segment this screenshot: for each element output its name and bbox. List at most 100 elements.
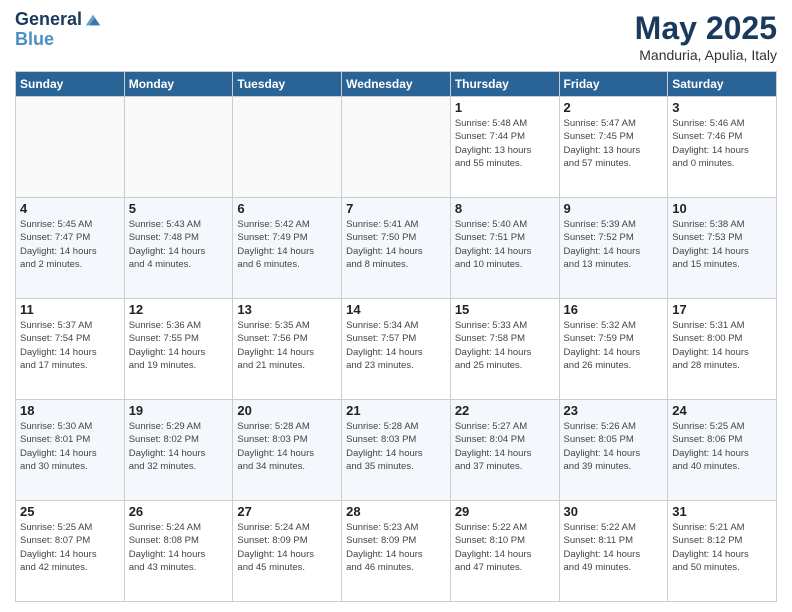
day-number: 19 <box>129 403 229 418</box>
calendar-cell: 8 Sunrise: 5:40 AM Sunset: 7:51 PM Daylig… <box>450 198 559 299</box>
calendar-cell: 4 Sunrise: 5:45 AM Sunset: 7:47 PM Daylig… <box>16 198 125 299</box>
calendar-cell: 15 Sunrise: 5:33 AM Sunset: 7:58 PM Dayli… <box>450 299 559 400</box>
day-info: Sunrise: 5:30 AM Sunset: 8:01 PM Dayligh… <box>20 420 120 473</box>
day-number: 4 <box>20 201 120 216</box>
calendar-row-1: 4 Sunrise: 5:45 AM Sunset: 7:47 PM Daylig… <box>16 198 777 299</box>
logo-blue: Blue <box>15 30 54 50</box>
day-number: 8 <box>455 201 555 216</box>
day-number: 5 <box>129 201 229 216</box>
header-monday: Monday <box>124 72 233 97</box>
day-info: Sunrise: 5:27 AM Sunset: 8:04 PM Dayligh… <box>455 420 555 473</box>
day-info: Sunrise: 5:40 AM Sunset: 7:51 PM Dayligh… <box>455 218 555 271</box>
day-number: 28 <box>346 504 446 519</box>
day-info: Sunrise: 5:48 AM Sunset: 7:44 PM Dayligh… <box>455 117 555 170</box>
calendar-cell: 12 Sunrise: 5:36 AM Sunset: 7:55 PM Dayli… <box>124 299 233 400</box>
calendar-cell: 20 Sunrise: 5:28 AM Sunset: 8:03 PM Dayli… <box>233 400 342 501</box>
calendar-cell: 16 Sunrise: 5:32 AM Sunset: 7:59 PM Dayli… <box>559 299 668 400</box>
calendar-cell: 27Sunrise: 5:24 AM Sunset: 8:09 PM Dayli… <box>233 501 342 602</box>
calendar-cell <box>233 97 342 198</box>
day-number: 23 <box>564 403 664 418</box>
day-info: Sunrise: 5:33 AM Sunset: 7:58 PM Dayligh… <box>455 319 555 372</box>
calendar-cell: 18 Sunrise: 5:30 AM Sunset: 8:01 PM Dayli… <box>16 400 125 501</box>
logo: General Blue <box>15 10 102 50</box>
day-number: 2 <box>564 100 664 115</box>
day-number: 26 <box>129 504 229 519</box>
day-info: Sunrise: 5:46 AM Sunset: 7:46 PM Dayligh… <box>672 117 772 170</box>
day-info: Sunrise: 5:36 AM Sunset: 7:55 PM Dayligh… <box>129 319 229 372</box>
day-number: 29 <box>455 504 555 519</box>
header-row: SundayMondayTuesdayWednesdayThursdayFrid… <box>16 72 777 97</box>
day-info: Sunrise: 5:32 AM Sunset: 7:59 PM Dayligh… <box>564 319 664 372</box>
day-number: 9 <box>564 201 664 216</box>
calendar-cell: 7 Sunrise: 5:41 AM Sunset: 7:50 PM Daylig… <box>342 198 451 299</box>
location-subtitle: Manduria, Apulia, Italy <box>635 47 777 63</box>
calendar-cell: 26 Sunrise: 5:24 AM Sunset: 8:08 PM Dayli… <box>124 501 233 602</box>
calendar-cell: 31Sunrise: 5:21 AM Sunset: 8:12 PM Dayli… <box>668 501 777 602</box>
day-info: Sunrise: 5:45 AM Sunset: 7:47 PM Dayligh… <box>20 218 120 271</box>
calendar-row-4: 25Sunrise: 5:25 AM Sunset: 8:07 PM Dayli… <box>16 501 777 602</box>
day-info: Sunrise: 5:28 AM Sunset: 8:03 PM Dayligh… <box>346 420 446 473</box>
calendar-cell: 3Sunrise: 5:46 AM Sunset: 7:46 PM Daylig… <box>668 97 777 198</box>
day-number: 12 <box>129 302 229 317</box>
day-info: Sunrise: 5:35 AM Sunset: 7:56 PM Dayligh… <box>237 319 337 372</box>
calendar-cell: 30 Sunrise: 5:22 AM Sunset: 8:11 PM Dayli… <box>559 501 668 602</box>
day-number: 13 <box>237 302 337 317</box>
day-info: Sunrise: 5:25 AM Sunset: 8:07 PM Dayligh… <box>20 521 120 574</box>
day-info: Sunrise: 5:22 AM Sunset: 8:10 PM Dayligh… <box>455 521 555 574</box>
day-number: 22 <box>455 403 555 418</box>
logo-general: General <box>15 10 82 30</box>
day-info: Sunrise: 5:47 AM Sunset: 7:45 PM Dayligh… <box>564 117 664 170</box>
calendar-cell: 19Sunrise: 5:29 AM Sunset: 8:02 PM Dayli… <box>124 400 233 501</box>
header-thursday: Thursday <box>450 72 559 97</box>
header-saturday: Saturday <box>668 72 777 97</box>
day-info: Sunrise: 5:22 AM Sunset: 8:11 PM Dayligh… <box>564 521 664 574</box>
calendar-cell: 5 Sunrise: 5:43 AM Sunset: 7:48 PM Daylig… <box>124 198 233 299</box>
day-number: 30 <box>564 504 664 519</box>
day-info: Sunrise: 5:26 AM Sunset: 8:05 PM Dayligh… <box>564 420 664 473</box>
calendar-cell: 14Sunrise: 5:34 AM Sunset: 7:57 PM Dayli… <box>342 299 451 400</box>
title-block: May 2025 Manduria, Apulia, Italy <box>635 10 777 63</box>
day-number: 20 <box>237 403 337 418</box>
calendar-cell: 13 Sunrise: 5:35 AM Sunset: 7:56 PM Dayli… <box>233 299 342 400</box>
day-number: 21 <box>346 403 446 418</box>
month-title: May 2025 <box>635 10 777 47</box>
day-info: Sunrise: 5:43 AM Sunset: 7:48 PM Dayligh… <box>129 218 229 271</box>
day-info: Sunrise: 5:24 AM Sunset: 8:09 PM Dayligh… <box>237 521 337 574</box>
calendar-cell: 24Sunrise: 5:25 AM Sunset: 8:06 PM Dayli… <box>668 400 777 501</box>
day-info: Sunrise: 5:39 AM Sunset: 7:52 PM Dayligh… <box>564 218 664 271</box>
header: General Blue May 2025 Manduria, Apulia, … <box>15 10 777 63</box>
calendar-cell: 6 Sunrise: 5:42 AM Sunset: 7:49 PM Daylig… <box>233 198 342 299</box>
calendar-cell: 29 Sunrise: 5:22 AM Sunset: 8:10 PM Dayli… <box>450 501 559 602</box>
day-number: 31 <box>672 504 772 519</box>
page: General Blue May 2025 Manduria, Apulia, … <box>0 0 792 612</box>
calendar-cell: 11Sunrise: 5:37 AM Sunset: 7:54 PM Dayli… <box>16 299 125 400</box>
day-info: Sunrise: 5:38 AM Sunset: 7:53 PM Dayligh… <box>672 218 772 271</box>
calendar-cell: 10 Sunrise: 5:38 AM Sunset: 7:53 PM Dayli… <box>668 198 777 299</box>
day-info: Sunrise: 5:42 AM Sunset: 7:49 PM Dayligh… <box>237 218 337 271</box>
calendar-row-0: 1Sunrise: 5:48 AM Sunset: 7:44 PM Daylig… <box>16 97 777 198</box>
logo-icon <box>84 11 102 29</box>
header-sunday: Sunday <box>16 72 125 97</box>
day-number: 24 <box>672 403 772 418</box>
day-info: Sunrise: 5:23 AM Sunset: 8:09 PM Dayligh… <box>346 521 446 574</box>
day-number: 16 <box>564 302 664 317</box>
day-number: 11 <box>20 302 120 317</box>
calendar-cell: 23 Sunrise: 5:26 AM Sunset: 8:05 PM Dayli… <box>559 400 668 501</box>
day-info: Sunrise: 5:31 AM Sunset: 8:00 PM Dayligh… <box>672 319 772 372</box>
calendar-cell: 1Sunrise: 5:48 AM Sunset: 7:44 PM Daylig… <box>450 97 559 198</box>
day-number: 15 <box>455 302 555 317</box>
day-number: 6 <box>237 201 337 216</box>
calendar-row-3: 18 Sunrise: 5:30 AM Sunset: 8:01 PM Dayli… <box>16 400 777 501</box>
day-number: 7 <box>346 201 446 216</box>
calendar-cell: 22 Sunrise: 5:27 AM Sunset: 8:04 PM Dayli… <box>450 400 559 501</box>
day-info: Sunrise: 5:34 AM Sunset: 7:57 PM Dayligh… <box>346 319 446 372</box>
day-number: 18 <box>20 403 120 418</box>
day-info: Sunrise: 5:24 AM Sunset: 8:08 PM Dayligh… <box>129 521 229 574</box>
day-info: Sunrise: 5:28 AM Sunset: 8:03 PM Dayligh… <box>237 420 337 473</box>
calendar-cell: 28 Sunrise: 5:23 AM Sunset: 8:09 PM Dayli… <box>342 501 451 602</box>
day-number: 10 <box>672 201 772 216</box>
calendar-cell <box>124 97 233 198</box>
day-info: Sunrise: 5:41 AM Sunset: 7:50 PM Dayligh… <box>346 218 446 271</box>
calendar-cell: 17Sunrise: 5:31 AM Sunset: 8:00 PM Dayli… <box>668 299 777 400</box>
calendar-table: SundayMondayTuesdayWednesdayThursdayFrid… <box>15 71 777 602</box>
